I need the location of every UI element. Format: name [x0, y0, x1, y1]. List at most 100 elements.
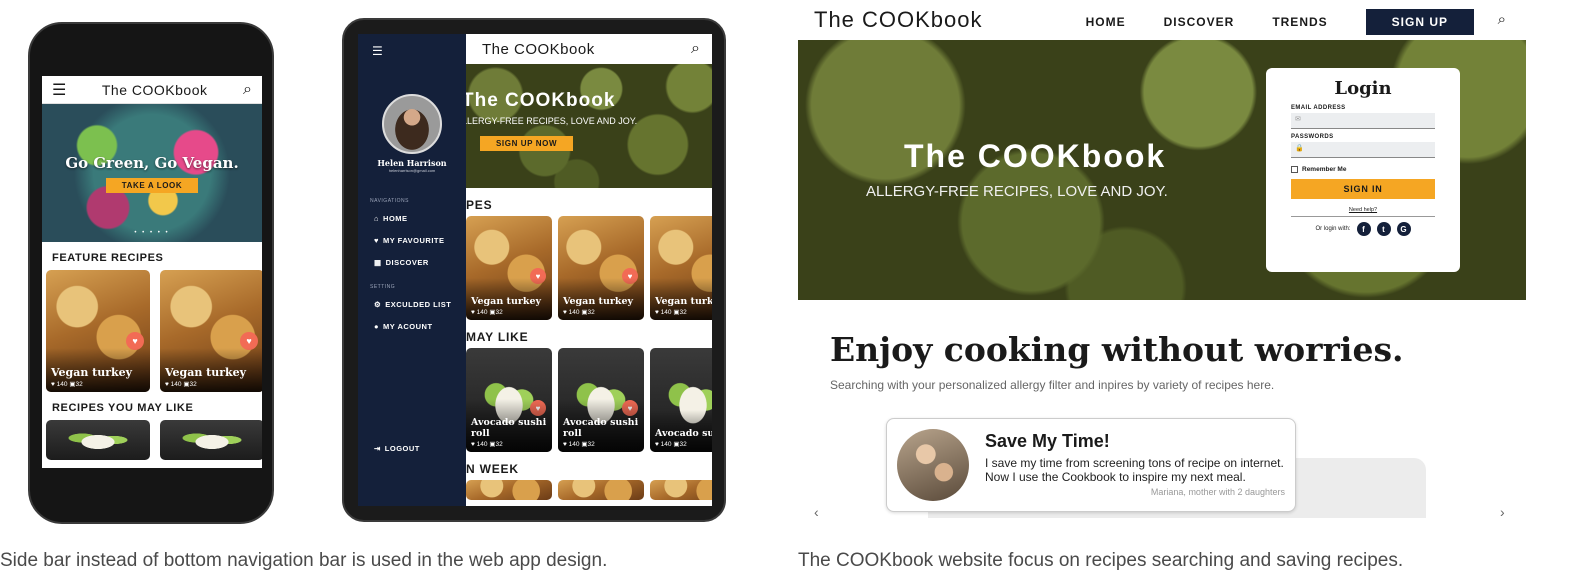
search-icon[interactable]: ⌕: [1498, 11, 1506, 28]
password-field[interactable]: 🔒: [1291, 142, 1435, 158]
comments-count: 32: [587, 309, 595, 316]
recipe-card[interactable]: [160, 420, 262, 460]
phone-app-title: The COOKbook: [101, 81, 208, 98]
nav-home-link[interactable]: HOME: [1086, 15, 1126, 29]
email-label: EMAIL ADDRESS: [1291, 105, 1346, 111]
sidebar-item-excluded-list[interactable]: ⚙ EXCULDED LIST: [374, 300, 451, 309]
recipe-name: Avocado su: [655, 428, 712, 439]
sign-up-now-button[interactable]: SIGN UP NOW: [480, 136, 574, 151]
hamburger-menu-icon[interactable]: ☰: [52, 80, 66, 100]
sidebar-item-account[interactable]: ● MY ACOUNT: [374, 322, 433, 331]
recipe-name: Avocado sushi roll: [563, 417, 639, 439]
recipe-card[interactable]: [466, 480, 552, 500]
sidebar-item-discover[interactable]: ▦ DISCOVER: [374, 258, 429, 267]
search-icon[interactable]: ⌕: [691, 40, 700, 58]
tablet-main-content: The COOKbook ⌕ The COOKbook LLERGY-FREE …: [466, 34, 712, 506]
avatar: [897, 429, 969, 501]
heart-icon: ♥: [374, 236, 379, 245]
need-help-link[interactable]: Need help?: [1291, 207, 1435, 213]
recipe-card[interactable]: ♥ Vegan turkey ♥ 140 ▣32: [558, 216, 644, 320]
tablet-section-title: MAY LIKE: [466, 330, 529, 344]
sign-in-button[interactable]: SIGN IN: [1291, 179, 1435, 199]
comments-count: 32: [679, 309, 687, 316]
login-title: Login: [1334, 78, 1392, 99]
likes-count: ♥ 140: [563, 441, 580, 448]
tablet-hero-banner: The COOKbook LLERGY-FREE RECIPES, LOVE A…: [466, 64, 712, 188]
filter-icon: ⚙: [374, 300, 382, 309]
caption-left: Side bar instead of bottom navigation ba…: [0, 550, 608, 571]
recipe-name: Vegan turkey: [563, 296, 634, 307]
comments-count: 32: [189, 381, 197, 388]
tablet-hero-title: The COOKbook: [466, 90, 616, 111]
testimonial-author: Mariana, mother with 2 daughters: [1150, 487, 1285, 497]
website-hero-title: The COOKbook: [904, 138, 1167, 174]
recipe-card[interactable]: Vegan turk ♥ 140 ▣32: [650, 216, 712, 320]
carousel-pager[interactable]: • • • • •: [42, 230, 262, 236]
recipe-card[interactable]: [558, 480, 644, 500]
tablet-hero-subtitle: LLERGY-FREE RECIPES, LOVE AND JOY.: [466, 116, 638, 126]
comments-count: 32: [75, 381, 83, 388]
tablet-mockup: The COOKbook ⌕ The COOKbook LLERGY-FREE …: [342, 18, 726, 522]
social-login: Or login with: f t G: [1291, 222, 1435, 236]
email-field[interactable]: ✉: [1291, 113, 1435, 129]
password-label: PASSWORDS: [1291, 134, 1334, 140]
remember-me[interactable]: Remember Me: [1291, 166, 1435, 173]
divider: [1291, 216, 1435, 217]
chevron-right-icon[interactable]: ›: [1500, 504, 1505, 520]
tablet-screen: The COOKbook ⌕ The COOKbook LLERGY-FREE …: [358, 34, 712, 506]
sidebar-item-favourite[interactable]: ♥ MY FAVOURITE: [374, 236, 445, 245]
likes-count: ♥ 140: [165, 381, 182, 388]
phone-screen: ☰ The COOKbook ⌕ Go Green, Go Vegan. TAK…: [42, 76, 262, 468]
testimonial-card: Save My Time! I save my time from screen…: [886, 418, 1296, 512]
twitter-icon[interactable]: t: [1376, 222, 1391, 236]
likes-count: ♥ 140: [655, 441, 672, 448]
recipe-name: Vegan turkey: [165, 366, 247, 379]
comments-count: 32: [679, 441, 687, 448]
sidebar-item-home[interactable]: ⌂ HOME: [374, 214, 408, 223]
or-login-label: Or login with:: [1315, 226, 1351, 232]
likes-count: ♥ 140: [471, 441, 488, 448]
sign-up-button[interactable]: SIGN UP: [1365, 9, 1474, 35]
setting-group-label: SETTING: [370, 284, 396, 290]
user-name: Helen Harrison: [377, 158, 447, 168]
recipe-card[interactable]: ♥ Vegan turkey ♥ 140 ▣32: [160, 270, 262, 392]
phone-mockup: ☰ The COOKbook ⌕ Go Green, Go Vegan. TAK…: [28, 22, 274, 524]
search-icon[interactable]: ⌕: [243, 81, 252, 99]
avatar[interactable]: [382, 94, 442, 154]
facebook-icon[interactable]: f: [1356, 222, 1371, 236]
recipe-card[interactable]: ♥Avocado sushi roll♥ 140 ▣32: [466, 348, 552, 452]
likes-count: ♥ 140: [655, 309, 672, 316]
recipe-card[interactable]: [46, 420, 150, 460]
nav-discover-link[interactable]: DISCOVER: [1164, 15, 1235, 29]
may-like-section-title: RECIPES YOU MAY LIKE: [52, 402, 194, 414]
recipe-name: Vegan turkey: [51, 366, 133, 379]
likes-count: ♥ 140: [563, 309, 580, 316]
recipe-card[interactable]: [650, 480, 712, 500]
testimonial-body: I save my time from screening tons of re…: [985, 456, 1284, 484]
phone-app-bar: ☰ The COOKbook ⌕: [42, 76, 262, 104]
nav-trends-link[interactable]: TRENDS: [1272, 15, 1327, 29]
recipe-card[interactable]: Avocado su ♥ 140 ▣32: [650, 348, 712, 452]
hamburger-menu-icon[interactable]: ☰: [372, 44, 383, 58]
website-logo[interactable]: The COOKbook: [814, 7, 983, 33]
tablet-app-title: The COOKbook: [482, 40, 595, 58]
phone-hero-banner[interactable]: Go Green, Go Vegan. TAKE A LOOK • • • • …: [42, 104, 262, 242]
account-icon: ●: [374, 322, 380, 331]
tablet-section-title: PES: [466, 198, 493, 212]
remember-checkbox[interactable]: [1291, 166, 1298, 173]
user-email: helenharrison@gmail.com: [388, 168, 436, 173]
recipe-card[interactable]: ♥ Vegan turkey ♥ 140 ▣32: [466, 216, 552, 320]
website-hero-subtitle: ALLERGY-FREE RECIPES, LOVE AND JOY.: [866, 183, 1168, 200]
login-panel: Login EMAIL ADDRESS ✉ PASSWORDS 🔒 Rememb…: [1266, 68, 1460, 272]
recipe-card[interactable]: ♥ Vegan turkey ♥ 140 ▣32: [46, 270, 150, 392]
website-nav-bar: The COOKbook HOME DISCOVER TRENDS SIGN U…: [798, 0, 1526, 40]
chevron-left-icon[interactable]: ‹: [814, 504, 819, 520]
take-a-look-button[interactable]: TAKE A LOOK: [105, 177, 199, 193]
website-subheadline: Searching with your personalized allergy…: [830, 378, 1275, 392]
grid-icon: ▦: [374, 258, 382, 267]
google-icon[interactable]: G: [1396, 222, 1411, 236]
recipe-name: Vegan turk: [655, 296, 712, 307]
lock-icon: 🔒: [1295, 145, 1304, 152]
sidebar-item-logout[interactable]: ⇥ LOGOUT: [374, 444, 420, 453]
recipe-card[interactable]: ♥Avocado sushi roll♥ 140 ▣32: [558, 348, 644, 452]
